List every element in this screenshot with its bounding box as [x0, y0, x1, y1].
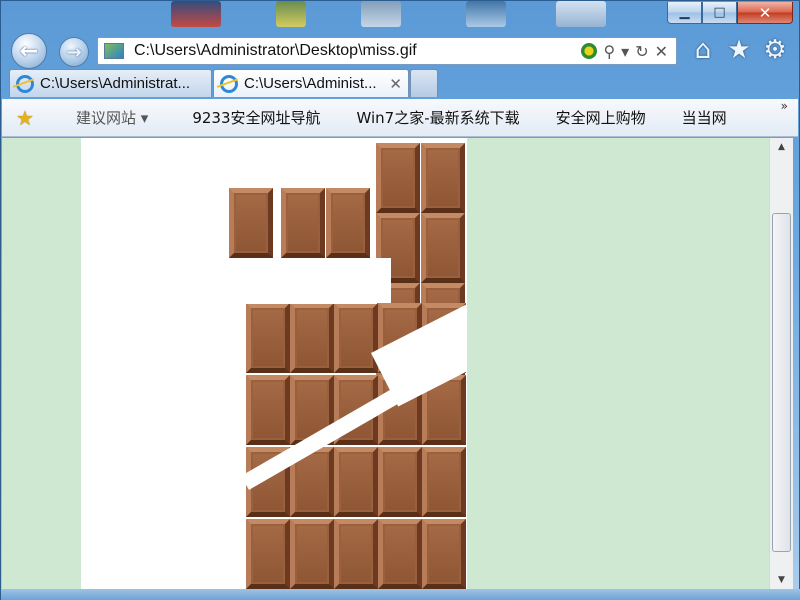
chevron-down-icon[interactable]: ▾: [621, 42, 629, 61]
fav-item-dangdang[interactable]: 当当网: [682, 107, 727, 128]
ie-logo-icon: [16, 74, 34, 93]
caption-buttons: ▁ □ ✕: [667, 2, 793, 24]
home-icon[interactable]: ⌂: [689, 35, 717, 65]
desktop-icon: [171, 1, 221, 27]
desktop-icon: [466, 1, 506, 27]
scroll-up-icon[interactable]: ▲: [770, 138, 793, 156]
tab-label: C:\Users\Administrat...: [40, 75, 191, 92]
address-bar[interactable]: C:\Users\Administrator\Desktop\miss.gif …: [97, 37, 677, 65]
tab-inactive[interactable]: C:\Users\Administrat...: [9, 69, 212, 97]
search-icon[interactable]: ⚲: [603, 42, 615, 61]
chocolate-piece: [290, 303, 334, 373]
minimize-button[interactable]: ▁: [667, 2, 702, 24]
stop-icon[interactable]: ✕: [655, 42, 668, 61]
cut-stripe: [229, 260, 377, 304]
gif-image: [81, 138, 467, 589]
add-favorites-star-icon[interactable]: ★: [16, 106, 40, 130]
chocolate-piece: [229, 188, 273, 258]
navigation-bar: ← → C:\Users\Administrator\Desktop\miss.…: [1, 31, 800, 69]
chocolate-piece: [421, 143, 465, 213]
chocolate-piece: [334, 303, 378, 373]
chocolate-piece: [421, 213, 465, 283]
chocolate-piece: [376, 143, 420, 213]
fav-item-9233[interactable]: 9233安全网址导航: [192, 107, 320, 128]
chocolate-piece: [422, 519, 466, 589]
refresh-icon[interactable]: ↻: [635, 42, 648, 61]
tab-active[interactable]: C:\Users\Administ... ✕: [213, 69, 409, 97]
forward-button[interactable]: →: [59, 37, 89, 67]
chocolate-piece: [281, 188, 325, 258]
ie-logo-icon: [220, 74, 238, 93]
desktop-background-strip: [1, 1, 661, 31]
chocolate-piece: [422, 447, 466, 517]
vertical-scrollbar[interactable]: ▲ ▼: [769, 138, 793, 589]
tab-close-icon[interactable]: ✕: [389, 75, 402, 93]
chocolate-piece: [326, 188, 370, 258]
gear-icon[interactable]: ⚙: [761, 35, 789, 65]
scroll-down-icon[interactable]: ▼: [770, 571, 793, 589]
compatibility-view-icon[interactable]: [581, 43, 598, 59]
chocolate-piece: [378, 447, 422, 517]
chocolate-piece: [334, 447, 378, 517]
page-content: [2, 138, 769, 589]
favorites-bar: ★ 建议网站 ▾ 9233安全网址导航 Win7之家-最新系统下载 安全网上购物…: [2, 99, 798, 137]
favorites-overflow-icon[interactable]: »: [781, 99, 788, 113]
address-tools: ⚲ ▾ ↻ ✕: [581, 42, 668, 61]
image-file-icon: [104, 43, 124, 59]
window-bottom-edge: [1, 589, 800, 600]
desktop-icon: [361, 1, 401, 27]
browser-window: ▁ □ ✕ ← → C:\Users\Administrator\Desktop…: [0, 0, 800, 600]
new-tab-button[interactable]: [410, 69, 438, 97]
back-arrow-icon: ←: [19, 38, 39, 64]
desktop-icon: [556, 1, 606, 27]
maximize-button[interactable]: □: [702, 2, 737, 24]
tab-strip: C:\Users\Administrat... C:\Users\Adminis…: [1, 69, 800, 99]
command-icons: ⌂ ★ ⚙: [689, 35, 789, 65]
chocolate-piece: [378, 519, 422, 589]
fav-item-win7[interactable]: Win7之家-最新系统下载: [357, 107, 520, 128]
chocolate-piece: [246, 519, 290, 589]
chocolate-piece: [246, 303, 290, 373]
desktop-icon: [276, 1, 306, 27]
scroll-thumb[interactable]: [772, 213, 791, 552]
favorites-star-icon[interactable]: ★: [725, 35, 753, 65]
back-button[interactable]: ←: [11, 33, 47, 69]
chocolate-piece: [290, 519, 334, 589]
fav-item-suggested-sites[interactable]: 建议网站 ▾: [76, 107, 148, 128]
fav-item-safe-shopping[interactable]: 安全网上购物: [556, 107, 646, 128]
close-button[interactable]: ✕: [737, 2, 793, 24]
chocolate-piece: [334, 519, 378, 589]
tab-label: C:\Users\Administ...: [244, 75, 377, 92]
forward-arrow-icon: →: [66, 41, 82, 63]
address-text[interactable]: C:\Users\Administrator\Desktop\miss.gif: [134, 42, 581, 60]
chocolate-piece: [246, 375, 290, 445]
